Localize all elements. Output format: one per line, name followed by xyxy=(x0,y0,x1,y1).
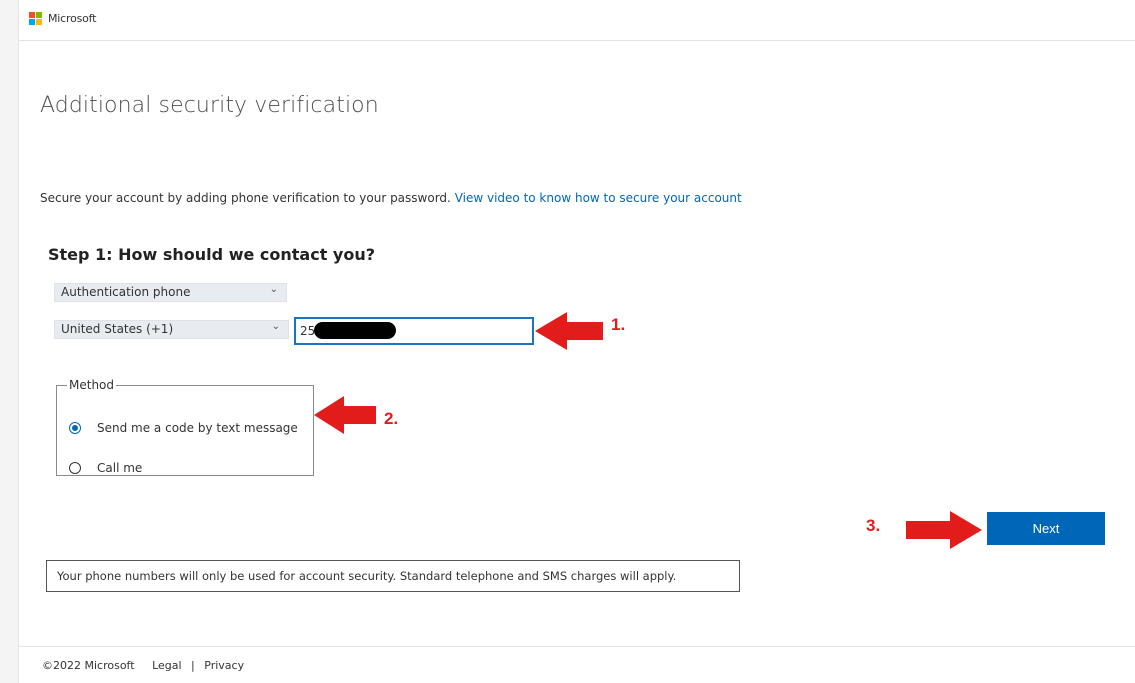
intro-paragraph: Secure your account by adding phone veri… xyxy=(40,191,742,205)
copyright: ©2022 Microsoft xyxy=(42,659,135,672)
next-button[interactable]: Next xyxy=(987,512,1105,545)
intro-text: Secure your account by adding phone veri… xyxy=(40,191,451,205)
phone-number-input[interactable]: 25 xyxy=(294,317,534,345)
radio-checked-icon[interactable] xyxy=(69,422,81,434)
redaction-mark xyxy=(314,322,396,339)
method-group: Method Send me a code by text message Ca… xyxy=(56,378,314,476)
footer-separator: | xyxy=(191,659,195,672)
privacy-link[interactable]: Privacy xyxy=(204,659,244,672)
chevron-down-icon: ⌄ xyxy=(271,321,280,332)
chevron-down-icon: ⌄ xyxy=(269,284,278,295)
page-title: Additional security verification xyxy=(40,93,379,118)
footer: ©2022 Microsoft Legal | Privacy xyxy=(42,659,244,672)
country-select[interactable]: United States (+1) ⌄ xyxy=(54,320,289,339)
notice-box: Your phone numbers will only be used for… xyxy=(46,560,740,592)
top-bar: Microsoft xyxy=(19,0,1135,41)
radio-text-message[interactable]: Send me a code by text message xyxy=(69,421,298,435)
step1-title: Step 1: How should we contact you? xyxy=(48,245,375,264)
annotation-label-1: 1. xyxy=(611,315,626,334)
phone-value: 25 xyxy=(300,324,316,338)
annotation-arrow-2-icon xyxy=(314,396,376,434)
left-rail xyxy=(0,0,19,683)
view-video-link[interactable]: View video to know how to secure your ac… xyxy=(455,191,742,205)
radio-unchecked-icon[interactable] xyxy=(69,462,81,474)
radio-call-me[interactable]: Call me xyxy=(69,461,142,475)
annotation-label-3: 3. xyxy=(866,516,881,535)
radio-label-text: Send me a code by text message xyxy=(97,421,298,435)
annotation-label-2: 2. xyxy=(384,409,399,428)
footer-divider xyxy=(19,646,1135,647)
legal-link[interactable]: Legal xyxy=(152,659,181,672)
contact-method-value: Authentication phone xyxy=(61,285,191,299)
brand-name: Microsoft xyxy=(48,12,97,25)
annotation-arrow-1-icon xyxy=(535,312,603,350)
country-value: United States (+1) xyxy=(61,322,174,336)
method-legend: Method xyxy=(69,378,115,392)
contact-method-select[interactable]: Authentication phone ⌄ xyxy=(54,283,287,302)
microsoft-logo-icon xyxy=(29,12,42,25)
annotation-arrow-3-icon xyxy=(906,511,982,549)
radio-label-call: Call me xyxy=(97,461,143,475)
